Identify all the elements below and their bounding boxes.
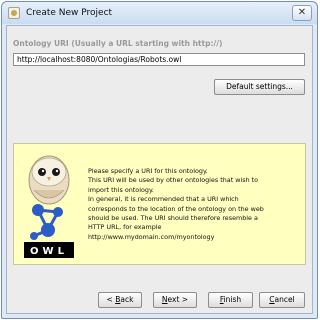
back-button-prefix: < (106, 295, 116, 304)
info-line: corresponds to the location of the ontol… (88, 204, 264, 213)
dialog-window: Create New Project ✕ Ontology URI (Usual… (1, 1, 318, 319)
default-settings-button[interactable]: Default settings... (214, 79, 305, 95)
info-line: http://www.mydomain.com/myontology (88, 232, 215, 241)
owl-logo-icon: OWL (24, 155, 74, 258)
next-button[interactable]: Next > (153, 292, 197, 308)
info-line: import this ontology. (88, 185, 154, 194)
cancel-button[interactable]: Cancel (259, 292, 305, 308)
info-line: Please specify a URI for this ontology. (88, 167, 208, 175)
window-title: Create New Project (26, 8, 113, 18)
ontology-uri-input[interactable] (13, 53, 305, 66)
finish-button[interactable]: Finish (208, 292, 253, 308)
info-text: Please specify a URI for this ontology. … (88, 167, 302, 242)
info-panel: OWL Please specify a URI for this ontolo… (13, 143, 306, 265)
app-icon (8, 7, 20, 19)
ontology-uri-label: Ontology URI (Usually a URL starting wit… (13, 39, 223, 48)
next-button-label: ext > (167, 295, 189, 304)
cancel-button-label: ancel (274, 295, 295, 304)
info-line: HTTP URL, for example (88, 223, 162, 232)
info-line: should be used. The URI should therefore… (88, 214, 258, 223)
close-button[interactable]: ✕ (292, 5, 312, 21)
dialog-content: Ontology URI (Usually a URL starting wit… (6, 25, 313, 314)
back-button-label: ack (120, 295, 134, 304)
finish-button-label: inish (223, 295, 242, 304)
info-line: This URI will be used by other ontologie… (88, 176, 259, 185)
info-line: In general, it is recommended that a URI… (88, 195, 239, 204)
back-button[interactable]: < Back (98, 292, 142, 308)
title-bar[interactable]: Create New Project ✕ (2, 2, 317, 24)
owl-logo-text: OWL (30, 246, 68, 257)
